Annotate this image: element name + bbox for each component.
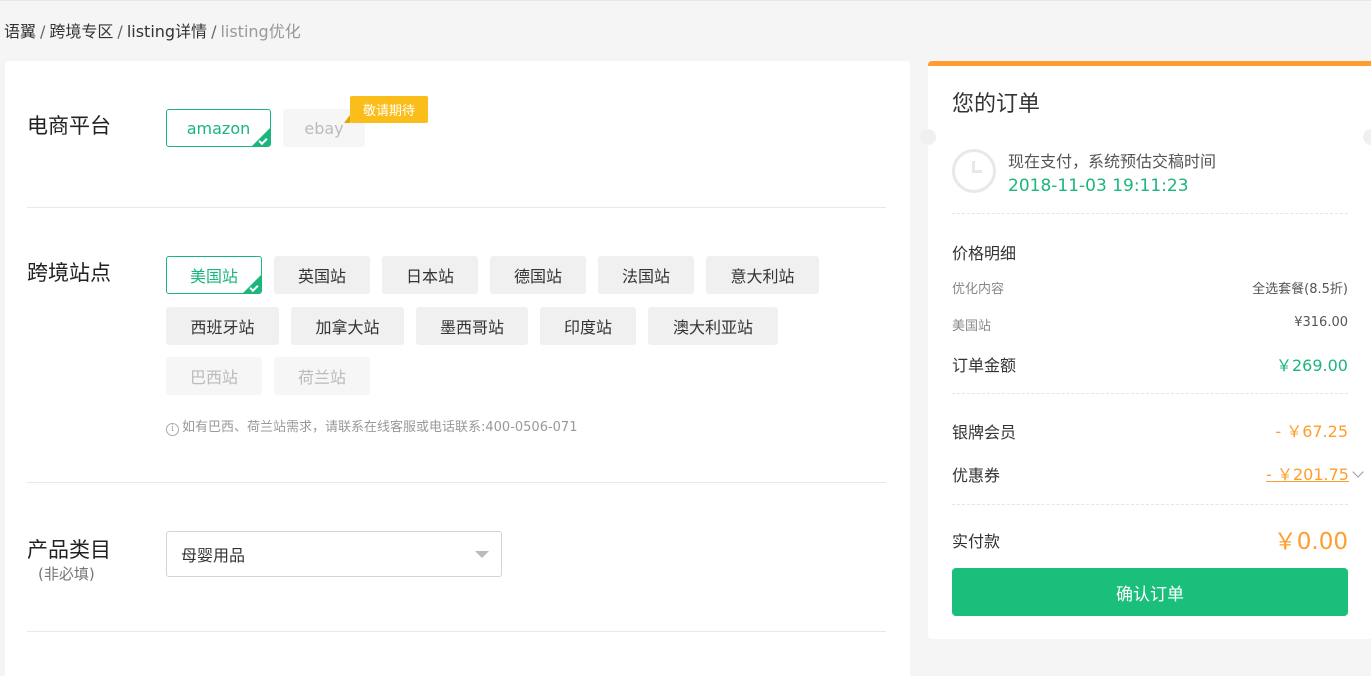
ticket-notch <box>920 129 936 145</box>
clock-icon <box>952 149 996 193</box>
site-option-uk[interactable]: 英国站 <box>274 256 370 294</box>
content-label: 优化内容 <box>952 282 1005 297</box>
info-icon: i <box>166 423 179 436</box>
dashed-divider <box>952 504 1348 505</box>
order-amount-label: 订单金额 <box>952 356 1017 375</box>
site-option-label: 印度站 <box>563 318 612 337</box>
site-option-us[interactable]: 美国站 <box>166 256 262 294</box>
breadcrumb-separator: / <box>211 22 217 41</box>
breadcrumb: 语翼 / 跨境专区 / listing详情 / listing优化 <box>4 18 301 42</box>
category-label: 产品类目 <box>27 538 111 562</box>
site-option-de[interactable]: 德国站 <box>490 256 586 294</box>
site-option-label: 美国站 <box>189 267 238 286</box>
platform-label: 电商平台 <box>27 114 111 138</box>
breadcrumb-item-home[interactable]: 语翼 <box>4 22 36 41</box>
coming-soon-badge: 敬请期待 <box>343 96 429 123</box>
caret-down-icon <box>475 551 489 558</box>
main-panel: 电商平台 amazon ebay 敬请期待 跨境站点 美国站 英国站 日本站 德… <box>5 61 910 676</box>
site-option-br: 巴西站 <box>166 357 262 395</box>
site-option-label: 巴西站 <box>189 368 238 387</box>
divider <box>27 482 886 483</box>
site-option-label: 西班牙站 <box>190 318 255 337</box>
member-discount-value: - ￥67.25 <box>1275 422 1348 441</box>
order-title: 您的订单 <box>952 92 1041 117</box>
sites-hint-text: 如有巴西、荷兰站需求，请联系在线客服或电话联系:400-0506-071 <box>182 420 578 435</box>
breadcrumb-item-cross-border[interactable]: 跨境专区 <box>49 22 113 41</box>
content-value: 全选套餐(8.5折) <box>1252 282 1348 297</box>
site-option-jp[interactable]: 日本站 <box>382 256 478 294</box>
site-option-label: 荷兰站 <box>297 368 346 387</box>
site-option-label: 意大利站 <box>730 267 795 286</box>
member-discount-label: 银牌会员 <box>952 423 1017 442</box>
category-select-value: 母婴用品 <box>181 546 246 565</box>
site-option-label: 德国站 <box>513 267 562 286</box>
order-panel: 您的订单 现在支付，系统预估交稿时间 2018-11-03 19:11:23 价… <box>920 61 1371 639</box>
site-option-label: 法国站 <box>621 267 670 286</box>
site-option-it[interactable]: 意大利站 <box>706 256 819 294</box>
site-option-label: 墨西哥站 <box>439 318 504 337</box>
paid-label: 实付款 <box>952 532 1001 551</box>
divider <box>27 631 886 632</box>
chevron-down-icon[interactable] <box>1352 466 1364 478</box>
site-price-label: 美国站 <box>952 319 992 334</box>
coupon-value[interactable]: - ￥201.75 <box>1266 465 1349 484</box>
site-option-ca[interactable]: 加拿大站 <box>291 307 404 345</box>
coupon-label: 优惠券 <box>952 466 1001 485</box>
breadcrumb-current: listing优化 <box>220 22 301 41</box>
platform-option-label: ebay <box>304 118 344 138</box>
category-optional-label: (非必填) <box>38 565 95 583</box>
platform-option-label: amazon <box>186 118 251 138</box>
site-option-mx[interactable]: 墨西哥站 <box>416 307 528 345</box>
site-price-value: ¥316.00 <box>1294 315 1348 330</box>
breadcrumb-separator: / <box>117 22 123 41</box>
dashed-divider <box>952 393 1348 394</box>
confirm-order-button[interactable]: 确认订单 <box>952 568 1348 616</box>
site-option-label: 加拿大站 <box>315 318 380 337</box>
ticket-notch <box>1363 129 1371 145</box>
site-option-label: 英国站 <box>297 267 346 286</box>
category-select[interactable]: 母婴用品 <box>166 531 502 577</box>
price-detail-title: 价格明细 <box>952 244 1017 263</box>
paid-value: ￥0.00 <box>1273 529 1348 555</box>
coupon-selector[interactable]: - ￥201.75 <box>1266 461 1364 485</box>
pay-note: 现在支付，系统预估交稿时间 <box>1008 152 1217 171</box>
sites-hint: i 如有巴西、荷兰站需求，请联系在线客服或电话联系:400-0506-071 <box>166 416 577 436</box>
dashed-divider <box>952 213 1348 214</box>
order-amount-value: ￥269.00 <box>1276 356 1348 375</box>
breadcrumb-item-listing-detail[interactable]: listing详情 <box>127 22 207 41</box>
breadcrumb-separator: / <box>40 22 46 41</box>
site-option-fr[interactable]: 法国站 <box>598 256 694 294</box>
site-option-es[interactable]: 西班牙站 <box>166 307 279 345</box>
estimated-delivery-time: 2018-11-03 19:11:23 <box>1008 176 1189 196</box>
site-option-in[interactable]: 印度站 <box>540 307 636 345</box>
site-option-au[interactable]: 澳大利亚站 <box>648 307 778 345</box>
divider <box>27 207 886 208</box>
site-option-label: 日本站 <box>405 267 454 286</box>
sites-label: 跨境站点 <box>27 261 111 285</box>
site-option-nl: 荷兰站 <box>274 357 370 395</box>
site-option-label: 澳大利亚站 <box>672 318 753 337</box>
platform-option-amazon[interactable]: amazon <box>166 109 271 147</box>
